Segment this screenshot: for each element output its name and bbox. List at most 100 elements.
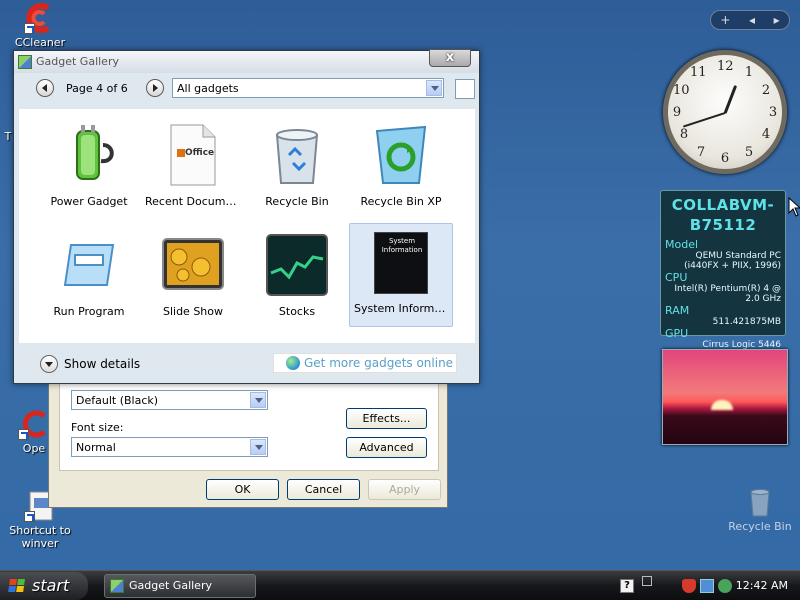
recycle-bin-icon <box>265 123 329 187</box>
text-color-value: Default (Black) <box>76 394 159 407</box>
get-more-gadgets-label: Get more gadgets online <box>304 356 454 370</box>
properties-dialog: Default (Black) Font size: Normal Effect… <box>48 382 448 508</box>
gadget-recycle-bin-xp[interactable]: Recycle Bin XP <box>349 115 453 219</box>
system-information-icon: System Information <box>374 232 428 294</box>
close-button[interactable]: x <box>429 49 471 67</box>
network-icon[interactable] <box>700 579 714 593</box>
shortcut-arrow-icon <box>18 429 29 440</box>
gadget-label: System Information <box>354 302 452 315</box>
stocks-chart-icon <box>265 233 329 297</box>
previous-page-button[interactable] <box>36 79 54 97</box>
system-tray: ? 12:42 AM <box>612 572 800 600</box>
sidebar-prev-button[interactable]: ◂ <box>749 13 755 27</box>
desktop-icon-recycle-bin[interactable]: Recycle Bin <box>722 486 798 533</box>
cancel-button[interactable]: Cancel <box>287 479 360 500</box>
show-details-button[interactable] <box>40 355 58 373</box>
clock-number-4: 4 <box>761 127 771 142</box>
gadget-filter-select[interactable]: All gadgets <box>172 78 444 98</box>
shortcut-icon <box>18 408 50 440</box>
sysinfo-ram-label: RAM <box>665 304 690 317</box>
font-size-select[interactable]: Normal <box>71 437 268 457</box>
clock-number-7: 7 <box>696 145 706 160</box>
gadget-stocks[interactable]: Stocks <box>245 225 349 329</box>
add-gadget-button[interactable]: + <box>720 13 730 27</box>
gallery-titlebar[interactable]: Gadget Gallery x <box>14 49 479 73</box>
gadget-power-gadget[interactable]: Power Gadget <box>37 115 141 219</box>
gadget-recycle-bin[interactable]: Recycle Bin <box>245 115 349 219</box>
office-label: Office <box>185 148 215 158</box>
sidebar-next-button[interactable]: ▸ <box>774 13 780 27</box>
office-document-icon: Office <box>161 123 225 187</box>
gadget-label: Stocks <box>278 305 316 318</box>
gadget-grid: Power Gadget Office Recent Documents Rec… <box>19 109 475 343</box>
speaker-icon[interactable] <box>718 579 732 593</box>
start-button[interactable]: start <box>0 572 88 600</box>
font-size-value: Normal <box>76 441 116 454</box>
gadget-recent-documents[interactable]: Office Recent Documents <box>141 115 245 219</box>
gadget-label: Slide Show <box>162 305 224 318</box>
text-color-select[interactable]: Default (Black) <box>71 390 268 410</box>
gadget-system-information[interactable]: System Information System Information <box>349 223 453 327</box>
desktop-icon-label: Shortcut to winver <box>9 524 71 550</box>
chevron-down-icon <box>426 80 442 96</box>
advanced-button[interactable]: Advanced <box>346 437 427 458</box>
system-information-gadget[interactable]: COLLABVM-B75112 Model QEMU Standard PC (… <box>660 190 786 360</box>
gadget-slide-show[interactable]: Slide Show <box>141 225 245 329</box>
font-size-label: Font size: <box>71 421 124 434</box>
windows-flag-icon <box>8 579 26 593</box>
recycle-bin-xp-icon <box>369 123 433 187</box>
clock-hour-hand <box>723 84 738 115</box>
help-icon[interactable]: ? <box>620 579 634 593</box>
clock-number-5: 5 <box>744 145 754 160</box>
mouse-cursor-icon <box>788 197 800 217</box>
clock-number-11: 11 <box>690 65 707 80</box>
clock-number-3: 3 <box>768 105 778 120</box>
sysinfo-cpu-value: Intel(R) Pentium(R) 4 @ 2.0 GHz <box>674 284 781 304</box>
sidebar-controls: + ◂ ▸ <box>710 10 790 30</box>
clock-number-8: 8 <box>679 127 689 142</box>
clock-number-10: 10 <box>673 83 690 98</box>
shortcut-arrow-icon <box>24 511 35 522</box>
gallery-details-bar: Show details Get more gadgets online <box>19 347 475 379</box>
taskbar: start Gadget Gallery ? 12:42 AM <box>0 570 800 600</box>
taskbar-clock[interactable]: 12:42 AM <box>736 579 788 592</box>
show-details-label[interactable]: Show details <box>64 357 140 371</box>
globe-icon <box>286 356 300 370</box>
gadget-label: Power Gadget <box>50 195 128 208</box>
clock-gadget[interactable]: 12 1 2 3 4 5 6 7 8 9 10 11 <box>663 50 787 174</box>
sysinfo-gpu-label: GPU <box>665 327 689 340</box>
start-label: start <box>32 576 70 595</box>
clock-number-12: 12 <box>717 59 734 74</box>
properties-panel: Default (Black) Font size: Normal Effect… <box>59 383 439 471</box>
gadget-label: Recycle Bin <box>265 195 329 208</box>
gadget-filter-value: All gadgets <box>177 82 239 95</box>
slide-show-icon <box>161 233 225 297</box>
gadget-run-program[interactable]: Run Program <box>37 225 141 329</box>
next-page-button[interactable] <box>146 79 164 97</box>
gallery-title: Gadget Gallery <box>36 55 119 68</box>
recycle-bin-icon <box>744 486 776 518</box>
clock-number-9: 9 <box>672 105 682 120</box>
gadget-gallery-window: Gadget Gallery x Page 4 of 6 All gadgets… <box>13 49 480 384</box>
slideshow-gadget[interactable] <box>662 349 788 445</box>
clock-number-6: 6 <box>720 151 730 166</box>
gadget-label: Run Program <box>53 305 125 318</box>
gadget-search-input[interactable] <box>455 79 475 99</box>
security-shield-icon[interactable] <box>682 579 696 593</box>
ccleaner-icon <box>24 2 56 34</box>
effects-button[interactable]: Effects... <box>346 408 427 429</box>
run-program-icon <box>57 233 121 297</box>
clock-minute-hand <box>682 112 726 128</box>
gadget-gallery-icon <box>18 55 32 69</box>
apply-button[interactable]: Apply <box>368 479 441 500</box>
chevron-down-icon <box>250 439 266 455</box>
desktop-icon-ccleaner[interactable]: CCleaner <box>2 2 78 49</box>
ok-button[interactable]: OK <box>206 479 279 500</box>
sysinfo-ram-value: 511.421875MB <box>712 317 781 327</box>
gadget-gallery-icon <box>110 579 124 593</box>
clock-number-2: 2 <box>761 83 771 98</box>
taskbar-item-gadget-gallery[interactable]: Gadget Gallery <box>104 574 256 598</box>
language-icon[interactable] <box>642 576 652 586</box>
get-more-gadgets-link[interactable]: Get more gadgets online <box>273 353 457 373</box>
chevron-down-icon <box>250 392 266 408</box>
